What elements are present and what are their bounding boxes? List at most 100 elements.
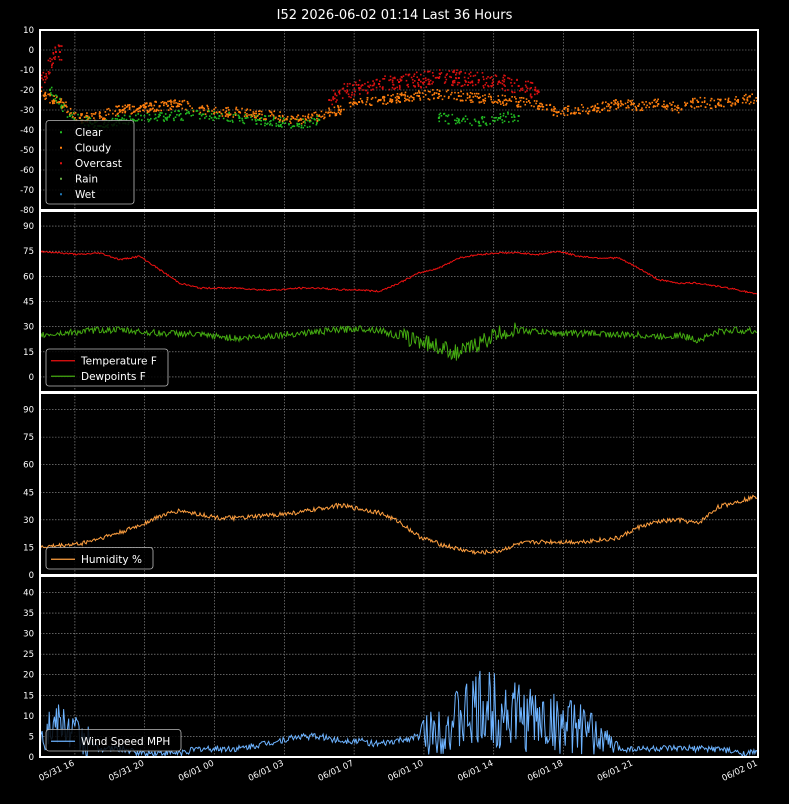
scatter-point xyxy=(338,89,341,92)
y-tick-label: 40 xyxy=(23,588,34,598)
scatter-point xyxy=(153,109,156,111)
scatter-point xyxy=(499,115,502,118)
scatter-point xyxy=(149,102,152,104)
scatter-point xyxy=(499,101,502,103)
scatter-point xyxy=(502,112,505,115)
scatter-point xyxy=(114,117,117,120)
scatter-point xyxy=(693,107,696,109)
scatter-point xyxy=(565,106,567,109)
scatter-point xyxy=(357,84,360,86)
scatter-point xyxy=(54,46,57,49)
scatter-point xyxy=(302,121,305,123)
scatter-point xyxy=(715,105,717,108)
scatter-point xyxy=(313,118,316,120)
scatter-point xyxy=(451,91,453,94)
scatter-point xyxy=(328,107,330,110)
scatter-point xyxy=(404,97,406,99)
scatter-point xyxy=(422,77,425,80)
scatter-point xyxy=(622,103,624,106)
scatter-point xyxy=(153,104,156,107)
scatter-point xyxy=(160,109,163,112)
scatter-point xyxy=(251,115,254,118)
scatter-point xyxy=(469,95,471,97)
scatter-point xyxy=(126,105,129,108)
scatter-point xyxy=(335,101,337,103)
scatter-point xyxy=(176,113,178,116)
scatter-point xyxy=(737,100,739,103)
scatter-point xyxy=(519,97,521,99)
scatter-point xyxy=(489,123,491,125)
scatter-point xyxy=(502,76,505,79)
scatter-point xyxy=(645,106,647,109)
scatter-point xyxy=(392,83,394,86)
scatter-point xyxy=(515,98,517,100)
scatter-point xyxy=(204,113,207,115)
scatter-point xyxy=(648,106,651,109)
scatter-point xyxy=(188,112,190,115)
scatter-point xyxy=(54,56,57,58)
scatter-point xyxy=(256,115,259,117)
scatter-point xyxy=(307,119,309,122)
scatter-point xyxy=(286,115,289,118)
scatter-point xyxy=(391,86,394,89)
scatter-point xyxy=(154,113,157,116)
scatter-point xyxy=(485,81,488,84)
scatter-point xyxy=(147,118,149,121)
scatter-point xyxy=(455,72,458,74)
scatter-point xyxy=(627,99,630,101)
scatter-point xyxy=(663,103,665,106)
scatter-point xyxy=(433,97,435,100)
scatter-point xyxy=(629,100,631,102)
scatter-point xyxy=(213,112,216,114)
scatter-point xyxy=(462,118,464,121)
scatter-point xyxy=(545,104,548,106)
scatter-point xyxy=(172,105,175,108)
scatter-point xyxy=(639,109,641,112)
scatter-point xyxy=(98,111,101,113)
scatter-point xyxy=(191,107,193,110)
scatter-point xyxy=(577,107,580,109)
scatter-point xyxy=(290,118,293,120)
scatter-point xyxy=(238,119,241,122)
scatter-point xyxy=(596,106,598,109)
scatter-point xyxy=(352,84,355,86)
scatter-point xyxy=(510,78,513,81)
scatter-point xyxy=(566,114,569,116)
scatter-point xyxy=(119,110,122,113)
scatter-point xyxy=(137,113,140,115)
scatter-point xyxy=(352,98,355,101)
scatter-point xyxy=(227,114,229,117)
scatter-point xyxy=(513,91,516,94)
scatter-point xyxy=(536,108,539,110)
scatter-point xyxy=(255,120,257,122)
scatter-point xyxy=(58,45,60,48)
scatter-point xyxy=(539,102,541,105)
scatter-point xyxy=(519,105,522,108)
scatter-point xyxy=(249,109,252,111)
scatter-point xyxy=(425,86,428,88)
scatter-point xyxy=(279,111,281,113)
scatter-point xyxy=(537,89,539,92)
scatter-point xyxy=(474,74,477,77)
scatter-point xyxy=(613,99,615,102)
scatter-point xyxy=(232,116,235,118)
scatter-point xyxy=(746,99,749,101)
scatter-point xyxy=(282,122,284,124)
scatter-point xyxy=(421,92,424,94)
scatter-point xyxy=(183,99,186,102)
scatter-point xyxy=(369,84,372,87)
scatter-point xyxy=(241,107,243,110)
scatter-point xyxy=(136,108,139,110)
scatter-point xyxy=(178,103,181,105)
scatter-point xyxy=(451,84,453,86)
scatter-point xyxy=(454,91,456,94)
scatter-point xyxy=(366,98,369,101)
scatter-point xyxy=(128,106,131,108)
scatter-point xyxy=(224,111,227,114)
scatter-point xyxy=(427,71,429,73)
scatter-point xyxy=(336,99,338,101)
scatter-point xyxy=(161,112,163,114)
scatter-point xyxy=(128,108,131,110)
scatter-point xyxy=(406,84,409,86)
scatter-point xyxy=(404,100,406,102)
